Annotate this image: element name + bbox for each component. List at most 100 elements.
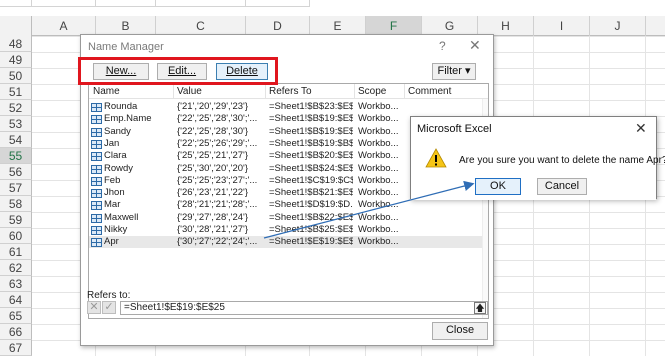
close-button[interactable]: Close xyxy=(432,322,488,340)
row-header-59[interactable]: 59 xyxy=(0,212,32,228)
list-cell-refers: =Sheet1!$B$21:$E$... xyxy=(269,187,353,199)
row-header-50[interactable]: 50 xyxy=(0,68,32,84)
ok-button-label: OK xyxy=(490,180,506,192)
list-cell-value: {'26','23','21','22'} xyxy=(177,187,249,199)
list-cell-value: {'22';'25';'26';'29';'... xyxy=(177,137,258,149)
list-item[interactable]: Maxwell {'29','27','28','24'} =Sheet1!$B$2… xyxy=(89,212,488,224)
column-header-c[interactable]: C xyxy=(156,16,246,36)
row-header-61[interactable]: 61 xyxy=(0,244,32,260)
column-header-e[interactable]: E xyxy=(310,16,366,36)
range-name-icon xyxy=(91,164,102,174)
list-cell-scope: Workbo... xyxy=(358,125,399,137)
list-cell-refers: =Sheet1!$B$23:$E$... xyxy=(269,101,353,112)
refers-to-field[interactable]: =Sheet1!$E$19:$E$25 🡅 xyxy=(120,301,488,315)
row-header-51[interactable]: 51 xyxy=(0,84,32,100)
row-header-54[interactable]: 54 xyxy=(0,132,32,148)
warning-icon xyxy=(425,148,447,168)
range-name-icon xyxy=(91,152,102,162)
range-name-icon xyxy=(91,176,102,186)
range-name-icon xyxy=(91,189,102,199)
list-cell-value: {'30','28','21','27'} xyxy=(177,224,249,235)
row-header-65[interactable]: 65 xyxy=(0,308,32,324)
column-header-h[interactable]: H xyxy=(478,16,534,36)
row-header-48[interactable]: 48 xyxy=(0,36,32,52)
list-cell-scope: Workbo... xyxy=(358,174,399,186)
confirm-dialog: Microsoft Excel ✕ Are you sure you want … xyxy=(410,116,665,200)
top-row-strip xyxy=(0,0,665,8)
list-cell-refers: =Sheet1!$B$20:$E$... xyxy=(269,150,353,162)
row-header-49[interactable]: 49 xyxy=(0,52,32,68)
list-cell-name: Sandy xyxy=(104,125,131,137)
row-header-57[interactable]: 57 xyxy=(0,180,32,196)
list-cell-name: Jhon xyxy=(104,187,125,199)
column-header-a[interactable]: A xyxy=(32,16,96,36)
list-cell-value: {'25','25','21','27'} xyxy=(177,150,249,162)
list-cell-value: {'29','27','28','24'} xyxy=(177,211,249,223)
cancel-button-label: Cancel xyxy=(544,180,580,192)
list-cell-scope: Workbo... xyxy=(358,137,399,149)
row-header-63[interactable]: 63 xyxy=(0,276,32,292)
row-header-62[interactable]: 62 xyxy=(0,260,32,276)
header-refers-to[interactable]: Refers To xyxy=(269,86,312,97)
list-cell-name: Apr xyxy=(104,236,119,248)
column-header-d[interactable]: D xyxy=(246,16,310,36)
list-cell-scope: Workbo... xyxy=(358,113,399,125)
row-header-52[interactable]: 52 xyxy=(0,100,32,116)
list-cell-refers: =Sheet1!$B$19:$E$... xyxy=(269,113,353,125)
list-cell-value: {'22','25','28','30'} xyxy=(177,125,249,137)
list-cell-value: {'25','30','20','20'} xyxy=(177,162,249,174)
confirm-edit-icon[interactable]: ✓ xyxy=(102,301,116,314)
column-header-j[interactable]: J xyxy=(590,16,646,36)
header-scope[interactable]: Scope xyxy=(358,86,386,97)
list-cell-scope: Workbo... xyxy=(358,211,399,223)
range-name-icon xyxy=(91,103,102,112)
refers-to-value: =Sheet1!$E$19:$E$25 xyxy=(124,302,225,313)
list-item[interactable]: Mar {'28';'21';'21';'28';'... =Sheet1!$D$1… xyxy=(89,199,488,211)
header-name[interactable]: Name xyxy=(93,86,120,97)
list-cell-refers: =Sheet1!$B$19:$B$... xyxy=(269,137,353,149)
help-icon[interactable]: ? xyxy=(439,39,446,53)
range-name-icon xyxy=(91,226,102,235)
refers-to-label: Refers to: xyxy=(87,290,131,301)
row-header-53[interactable]: 53 xyxy=(0,116,32,132)
cancel-edit-icon[interactable]: ✕ xyxy=(87,301,101,314)
list-cell-name: Maxwell xyxy=(104,211,139,223)
list-cell-scope: Workbo... xyxy=(358,162,399,174)
confirm-close-icon[interactable]: ✕ xyxy=(635,120,647,137)
highlight-box xyxy=(78,57,278,85)
list-cell-value: {'21','20','29','23'} xyxy=(177,101,249,112)
row-header-56[interactable]: 56 xyxy=(0,164,32,180)
list-cell-value: {'22','25','28','30';'... xyxy=(177,113,258,125)
header-comment[interactable]: Comment xyxy=(408,86,451,97)
filter-button[interactable]: Filter ▾ xyxy=(432,63,476,80)
list-item[interactable]: Apr {'30';'27';'22';'24';'... =Sheet1!$E$1… xyxy=(89,236,488,249)
list-cell-refers: =Sheet1!$C$19:$C$... xyxy=(269,174,353,186)
range-name-icon xyxy=(91,213,102,223)
collapse-dialog-icon[interactable]: 🡅 xyxy=(474,302,486,314)
close-icon[interactable]: ✕ xyxy=(469,37,481,54)
range-name-icon xyxy=(91,139,102,149)
list-item[interactable]: Nikky {'30','28','21','27'} =Sheet1!$B$25:… xyxy=(89,224,488,236)
row-header-67[interactable]: 67 xyxy=(0,340,32,356)
row-header-55[interactable]: 55 xyxy=(0,148,32,164)
list-cell-value: {'28';'21';'21';'28';'... xyxy=(177,199,258,211)
row-header-66[interactable]: 66 xyxy=(0,324,32,340)
row-header-60[interactable]: 60 xyxy=(0,228,32,244)
list-item[interactable]: Rounda {'21','20','29','23'} =Sheet1!$B$23… xyxy=(89,101,488,113)
column-header-b[interactable]: B xyxy=(96,16,156,36)
row-header-58[interactable]: 58 xyxy=(0,196,32,212)
header-value[interactable]: Value xyxy=(177,86,202,97)
list-cell-name: Clara xyxy=(104,150,127,162)
list-cell-scope: Workbo... xyxy=(358,199,399,211)
row-header-64[interactable]: 64 xyxy=(0,292,32,308)
column-header-g[interactable]: G xyxy=(422,16,478,36)
column-header-i[interactable]: I xyxy=(534,16,590,36)
range-name-icon xyxy=(91,127,102,137)
list-cell-refers: =Sheet1!$D$19:$D... xyxy=(269,199,353,211)
confirm-message: Are you sure you want to delete the name… xyxy=(459,155,665,166)
cancel-button[interactable]: Cancel xyxy=(537,178,587,195)
list-cell-refers: =Sheet1!$B$22:$E$... xyxy=(269,211,353,223)
ok-button[interactable]: OK xyxy=(475,178,521,195)
list-cell-refers: =Sheet1!$B$19:$E$... xyxy=(269,125,353,137)
column-header-f[interactable]: F xyxy=(366,16,422,36)
